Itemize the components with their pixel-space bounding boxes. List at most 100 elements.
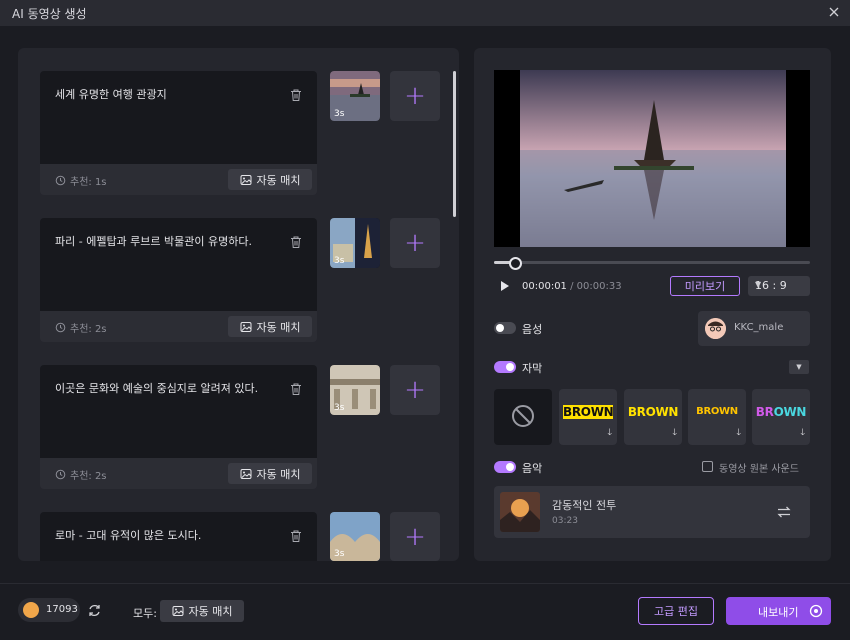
export-button[interactable]: 내보내기 [726,597,831,625]
recommended-duration: 추천: 2s [55,320,107,335]
video-preview[interactable] [494,70,810,247]
auto-match-label: 자동 매치 [256,320,301,334]
thumbnail-duration: 3s [334,256,345,266]
auto-match-label: 자동 매치 [256,467,301,481]
music-toggle[interactable] [494,461,516,473]
music-duration: 03:23 [552,516,578,526]
refresh-icon[interactable] [87,603,102,618]
scene-text: 로마 - 고대 유적이 많은 도시다. [55,529,202,542]
recommended-duration: 추천: 1s [55,173,107,188]
auto-match-button[interactable]: 자동 매치 [228,463,312,484]
scene-card-1: 세계 유명한 여행 관광지 추천: 1s 자동 매치 [40,71,317,195]
subtitle-style-brown-orange[interactable]: BROWN 🡓 [688,389,746,445]
scene-footer: 추천: 2s 자동 매치 [40,458,317,489]
style-preview-text: BROWN [563,405,614,419]
thumbnail-duration: 3s [334,549,345,559]
play-icon[interactable] [499,280,511,292]
thumbnail-duration: 3s [334,403,345,413]
preview-button[interactable]: 미리보기 [670,276,740,296]
preview-image [494,70,810,247]
subtitle-style-brown-yellow-box[interactable]: BROWN 🡓 [559,389,617,445]
scene-thumbnail-2[interactable]: 3s [330,218,380,268]
image-match-icon [240,321,251,332]
trash-icon[interactable] [289,235,303,249]
subtitle-style-brown-gradient[interactable]: BROWN 🡓 [752,389,810,445]
image-match-icon [240,174,251,185]
plus-icon: + [404,228,426,258]
scene-thumbnail-1[interactable]: 3s [330,71,380,121]
seek-handle[interactable] [509,257,522,270]
clock-icon [55,322,66,333]
add-media-button[interactable]: + [390,71,440,121]
scene-thumbnail-3[interactable]: 3s [330,365,380,415]
scene-card-3: 이곳은 문화와 예술의 중심지로 알려져 있다. 추천: 2s 자동 매치 [40,365,317,489]
subtitle-style-none[interactable] [494,389,552,445]
style-preview-text: BROWN [696,406,738,417]
scene-text: 이곳은 문화와 예술의 중심지로 알려져 있다. [55,382,259,395]
seek-bar[interactable] [494,257,810,270]
recommended-label: 추천: 2s [70,471,107,482]
music-label: 음악 [522,462,543,475]
recommended-duration: 추천: 2s [55,467,107,482]
all-label: 모두: [133,607,157,620]
subtitle-expand-button[interactable]: ▼ [789,360,809,374]
image-match-icon [240,468,251,479]
music-title: 감동적인 전투 [552,499,617,512]
auto-match-button[interactable]: 자동 매치 [228,316,312,337]
plus-icon: + [404,521,426,552]
subtitle-toggle[interactable] [494,361,516,373]
download-icon: 🡓 [736,428,741,438]
scene-text-area[interactable]: 파리 - 에펠탑과 루브르 박물관이 유명하다. [40,218,317,311]
avatar [705,318,726,339]
scene-card-2: 파리 - 에펠탑과 루브르 박물관이 유명하다. 추천: 2s 자동 매치 [40,218,317,342]
voice-toggle[interactable] [494,322,516,334]
plus-icon: + [404,81,426,111]
coin-icon [23,602,39,618]
voice-selector[interactable]: KKC_male [698,311,810,346]
auto-match-button[interactable]: 자동 매치 [228,169,312,190]
export-settings-icon[interactable] [809,604,823,618]
current-time: 00:00:01 [522,281,567,292]
music-track-card[interactable]: 감동적인 전투 03:23 [494,486,810,538]
scene-text-area[interactable]: 세계 유명한 여행 관광지 [40,71,317,164]
add-media-button[interactable]: + [390,218,440,268]
advanced-edit-button[interactable]: 고급 편집 [638,597,714,625]
scene-card-4: 로마 - 고대 유적이 많은 도시다. [40,512,317,561]
scene-text-area[interactable]: 로마 - 고대 유적이 많은 도시다. [40,512,317,561]
aspect-ratio-select[interactable]: 16 : 9 ▼ [748,276,810,296]
export-label: 내보내기 [758,606,799,619]
clock-icon [55,175,66,186]
scrollbar-thumb[interactable] [453,71,456,217]
auto-match-all-label: 자동 매치 [188,605,233,618]
download-icon: 🡓 [672,428,677,438]
scene-footer: 추천: 1s 자동 매치 [40,164,317,195]
add-media-button[interactable]: + [390,365,440,415]
music-cover-image [500,492,540,532]
download-icon: 🡓 [607,428,612,438]
original-sound-checkbox[interactable] [702,461,713,472]
style-preview-text: BROWN [627,405,679,419]
auto-match-all-button[interactable]: 자동 매치 [160,600,244,622]
trash-icon[interactable] [289,88,303,102]
chevron-down-icon: ▼ [755,280,762,289]
swap-icon[interactable] [776,504,792,520]
credit-balance: 17093 [18,598,80,622]
scene-text-area[interactable]: 이곳은 문화와 예술의 중심지로 알려져 있다. [40,365,317,458]
trash-icon[interactable] [289,382,303,396]
credit-value: 17093 [46,604,78,615]
scene-thumbnail-4[interactable]: 3s [330,512,380,561]
add-media-button[interactable]: + [390,512,440,561]
image-match-icon [172,606,183,616]
time-separator: / [566,281,577,292]
auto-match-label: 자동 매치 [256,173,301,187]
voice-label: 음성 [522,323,543,336]
trash-icon[interactable] [289,529,303,543]
style-preview-text-part: OWN [773,405,807,419]
scene-text: 세계 유명한 여행 관광지 [55,88,167,101]
subtitle-label: 자막 [522,362,543,375]
close-icon[interactable] [826,4,842,20]
subtitle-style-brown-yellow[interactable]: BROWN 🡓 [624,389,682,445]
total-time: 00:00:33 [576,281,622,292]
original-sound-label: 동영상 원본 사운드 [719,464,799,475]
clock-icon [55,469,66,480]
